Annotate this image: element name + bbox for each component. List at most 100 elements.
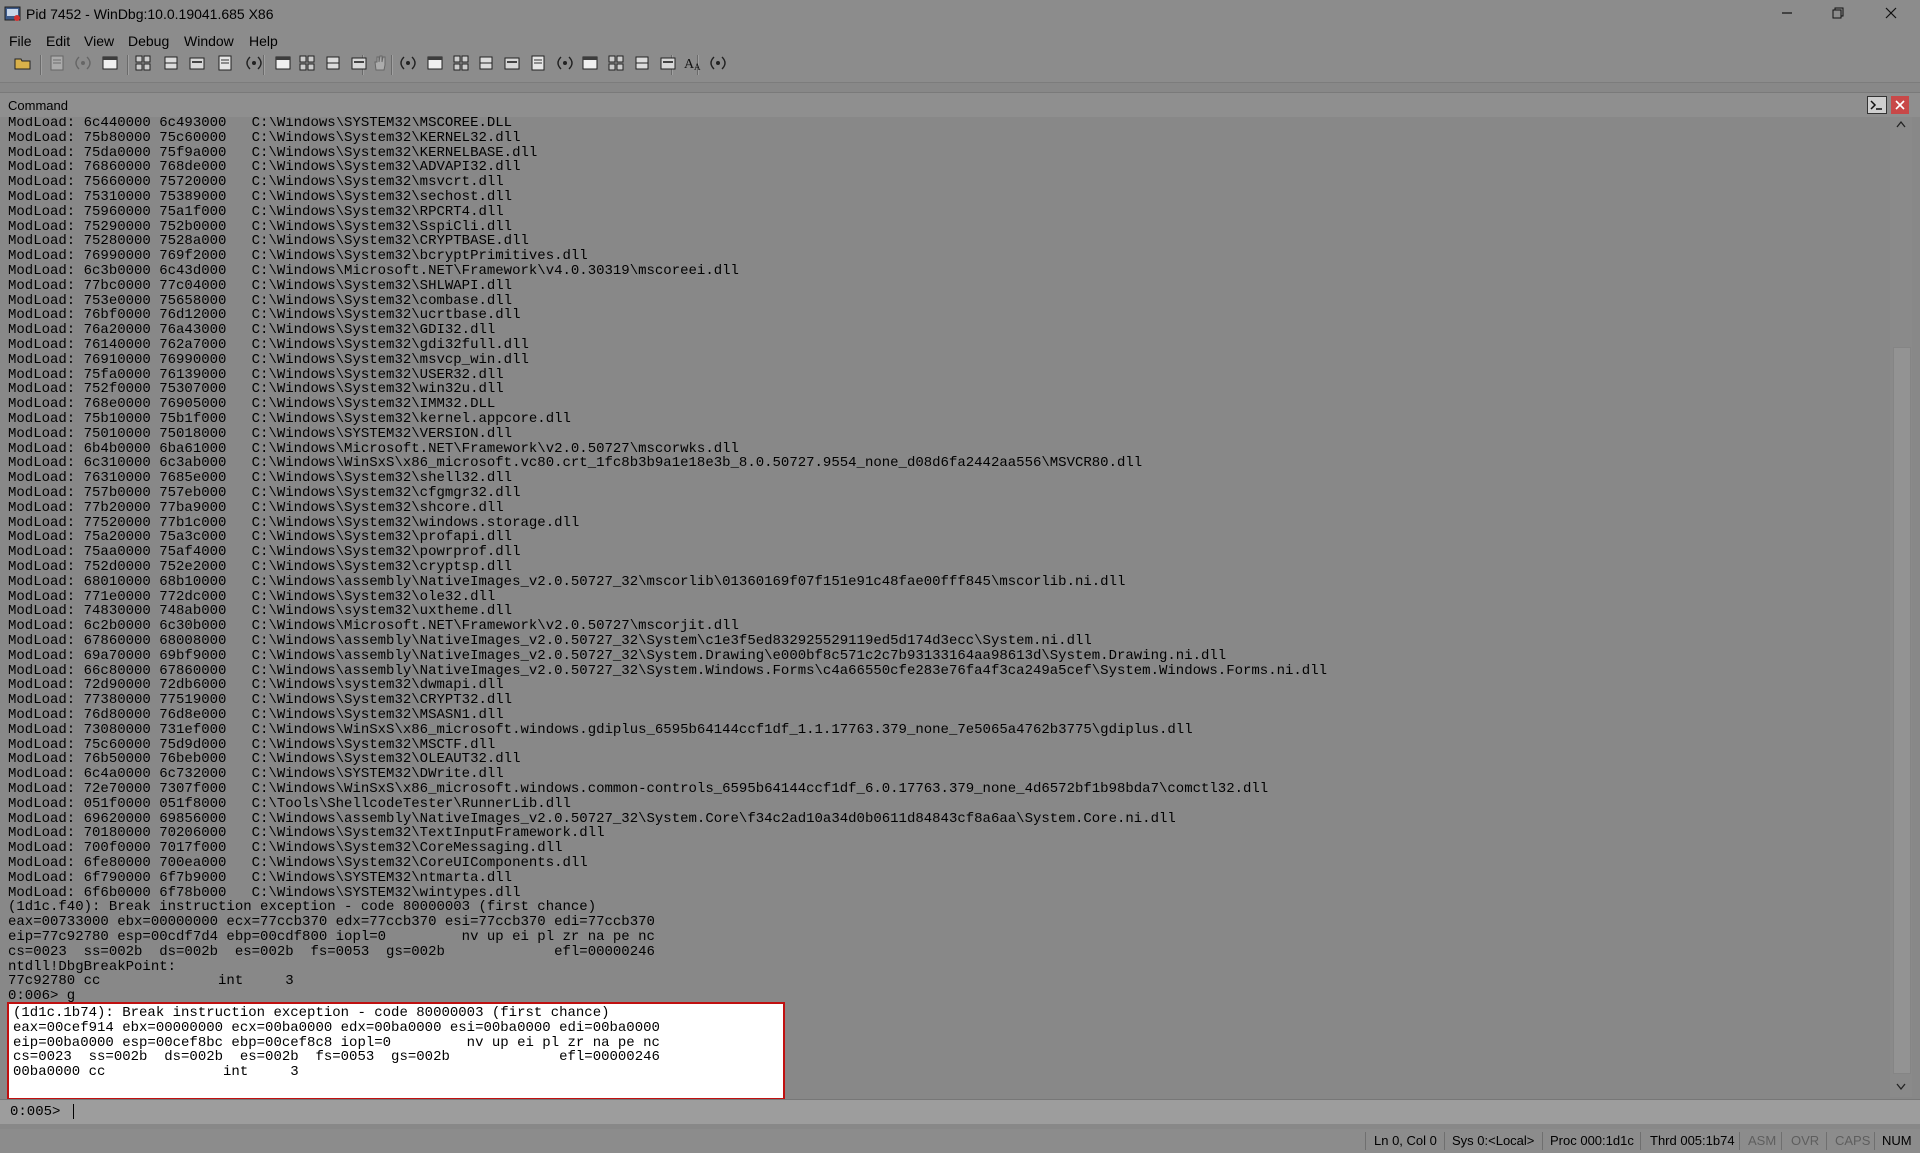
cut-button[interactable] xyxy=(47,53,67,73)
hand-button[interactable] xyxy=(370,53,390,73)
log-line: ModLoad: 6c310000 6c3ab000 C:\Windows\Wi… xyxy=(8,455,1143,472)
status-system: Sys 0:<Local> xyxy=(1452,1133,1535,1148)
log-line: ModLoad: 77bc0000 77c04000 C:\Windows\Sy… xyxy=(8,277,513,294)
menu-window[interactable]: Window xyxy=(184,31,234,51)
menu-help[interactable]: Help xyxy=(249,31,278,51)
status-ovr: OVR xyxy=(1791,1133,1820,1148)
minimize-button[interactable] xyxy=(1762,0,1812,26)
command-prompt-icon[interactable] xyxy=(1867,96,1887,114)
menu-debug[interactable]: Debug xyxy=(128,31,169,51)
log-line: ModLoad: 75310000 75389000 C:\Windows\Sy… xyxy=(8,189,513,205)
scroll-down-icon[interactable] xyxy=(1896,1083,1906,1091)
registers-window-button[interactable] xyxy=(476,53,496,73)
log-line: ModLoad: 76910000 76990000 C:\Windows\Sy… xyxy=(8,351,529,368)
scratch-pad-button[interactable] xyxy=(580,53,600,73)
log-line: eax=00733000 ebx=00000000 ecx=77ccb370 e… xyxy=(8,914,655,931)
step-out-button[interactable] xyxy=(323,53,343,73)
restart-icon xyxy=(164,56,178,70)
hand-icon xyxy=(374,55,386,71)
log-line: (1d1c.f40): Break instruction exception … xyxy=(8,899,597,916)
log-line: ModLoad: 67860000 68008000 C:\Windows\as… xyxy=(8,633,1092,649)
paste-icon xyxy=(102,56,118,70)
highlight-line: 00ba0000 cc int 3 xyxy=(13,1064,299,1081)
locals-window-button[interactable] xyxy=(451,53,471,73)
go-button[interactable] xyxy=(133,53,153,73)
log-line: ModLoad: 051f0000 051f8000 C:\Tools\Shel… xyxy=(8,795,571,812)
step-over-button[interactable] xyxy=(297,53,317,73)
log-line: 77c92780 cc int 3 xyxy=(8,973,294,990)
window-title: Pid 7452 - WinDbg:10.0.19041.685 X86 xyxy=(26,6,274,22)
hex-mode-button[interactable] xyxy=(658,53,678,73)
log-line: cs=0023 ss=002b ds=002b es=002b fs=0053 … xyxy=(8,943,655,960)
open-folder-button[interactable] xyxy=(13,53,33,73)
close-button[interactable] xyxy=(1866,0,1916,26)
break-button[interactable] xyxy=(244,53,264,73)
call-stack-window-icon xyxy=(531,55,545,71)
status-num: NUM xyxy=(1882,1133,1912,1148)
highlight-line: cs=0023 ss=002b ds=002b es=002b fs=0053 … xyxy=(13,1049,660,1066)
menu-file[interactable]: File xyxy=(9,31,32,51)
cut-icon xyxy=(50,55,64,71)
log-line: ModLoad: 76860000 768de000 C:\Windows\Sy… xyxy=(8,159,521,176)
highlight-line: eax=00cef914 ebx=00000000 ecx=00ba0000 e… xyxy=(13,1019,660,1036)
log-line: ModLoad: 75290000 752b0000 C:\Windows\Sy… xyxy=(8,218,513,235)
log-line: ModLoad: 76b50000 76beb000 C:\Windows\Sy… xyxy=(8,751,521,768)
status-process: Proc 000:1d1c xyxy=(1550,1133,1634,1148)
log-line: ModLoad: 76310000 7685e000 C:\Windows\Sy… xyxy=(8,470,513,487)
options-button[interactable] xyxy=(708,53,728,73)
disassembly-window-button[interactable] xyxy=(555,53,575,73)
source-mode-icon xyxy=(635,56,649,70)
stop-debugging-icon xyxy=(189,57,205,70)
font-button[interactable]: AA xyxy=(683,53,703,73)
log-line: eip=77c92780 esp=00cdf7d4 ebp=00cdf800 i… xyxy=(8,929,655,945)
restart-button[interactable] xyxy=(161,53,181,73)
run-to-cursor-button[interactable] xyxy=(349,53,369,73)
status-bar: Ln 0, Col 0 Sys 0:<Local> Proc 000:1d1c … xyxy=(0,1129,1920,1153)
highlight-line: eip=00ba0000 esp=00cef8bc ebp=00cef8c8 i… xyxy=(13,1034,660,1051)
log-line: ModLoad: 700f0000 7017f000 C:\Windows\Sy… xyxy=(8,840,563,857)
source-mode-button[interactable] xyxy=(632,53,652,73)
copy-button[interactable] xyxy=(73,53,93,73)
log-line: ModLoad: 72e70000 7307f000 C:\Windows\Wi… xyxy=(8,781,1269,797)
detach-button[interactable] xyxy=(215,53,235,73)
panel-close-icon[interactable] xyxy=(1891,96,1909,114)
scroll-thumb[interactable] xyxy=(1893,347,1911,1074)
log-line: ModLoad: 76140000 762a7000 C:\Windows\Sy… xyxy=(8,337,529,353)
command-window-button[interactable] xyxy=(398,53,418,73)
command-input-bar: 0:005> xyxy=(0,1099,1920,1124)
restore-button[interactable] xyxy=(1813,0,1863,26)
vertical-scrollbar[interactable] xyxy=(1890,117,1912,1097)
svg-text:A: A xyxy=(694,62,701,72)
log-line: ModLoad: 6c440000 6c493000 C:\Windows\SY… xyxy=(8,117,513,131)
step-over-icon xyxy=(299,55,315,71)
open-folder-icon xyxy=(14,58,31,70)
panel-title: Command xyxy=(8,98,68,113)
menu-view[interactable]: View xyxy=(84,31,114,51)
log-line: ModLoad: 77380000 77519000 C:\Windows\Sy… xyxy=(8,692,513,709)
log-line: ModLoad: 77b20000 77ba9000 C:\Windows\Sy… xyxy=(8,499,504,516)
log-line: ModLoad: 6c4a0000 6c732000 C:\Windows\SY… xyxy=(8,766,504,783)
log-line: ModLoad: 75960000 75a1f000 C:\Windows\Sy… xyxy=(8,203,504,220)
log-line: ModLoad: 72d90000 72db6000 C:\Windows\sy… xyxy=(8,677,504,694)
memory-window-button[interactable] xyxy=(502,53,522,73)
run-to-cursor-icon xyxy=(351,57,367,70)
menu-edit[interactable]: Edit xyxy=(46,31,70,51)
log-line: ModLoad: 6f790000 6f7b9000 C:\Windows\SY… xyxy=(8,869,513,886)
log-line: ModLoad: 75b80000 75c60000 C:\Windows\Sy… xyxy=(8,129,521,146)
go-icon xyxy=(135,55,151,71)
log-line: ModLoad: 75da0000 75f9a000 C:\Windows\Sy… xyxy=(8,144,538,161)
processes-threads-button[interactable] xyxy=(606,53,626,73)
status-thread: Thrd 005:1b74 xyxy=(1650,1133,1735,1148)
scroll-up-icon[interactable] xyxy=(1896,120,1906,128)
status-caps: CAPS xyxy=(1835,1133,1871,1148)
options-icon xyxy=(710,56,726,70)
paste-button[interactable] xyxy=(100,53,120,73)
log-line: ModLoad: 75010000 75018000 C:\Windows\SY… xyxy=(8,425,513,442)
command-input[interactable] xyxy=(72,1103,1892,1120)
stop-debugging-button[interactable] xyxy=(187,53,207,73)
step-into-button[interactable] xyxy=(273,53,293,73)
call-stack-window-button[interactable] xyxy=(528,53,548,73)
log-line: ModLoad: 75fa0000 76139000 C:\Windows\Sy… xyxy=(8,366,504,383)
highlight-line: (1d1c.1b74): Break instruction exception… xyxy=(13,1005,610,1021)
watch-window-button[interactable] xyxy=(425,53,445,73)
